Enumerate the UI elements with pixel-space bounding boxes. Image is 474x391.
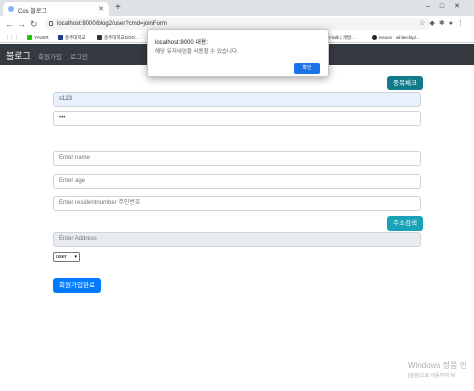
age-input[interactable]: Enter age [53,174,421,189]
username-input[interactable]: s123 [53,92,421,107]
dialog-message: 해당 유저네임을 사용할 수 있습니다. [155,49,239,55]
extension-icons[interactable]: ☆◆✱●⋮ [419,19,468,27]
chevron-down-icon: ▾ [74,254,77,260]
info-icon[interactable] [49,21,53,26]
alert-dialog: localhost:8000 내용: 해당 유저네임을 사용할 수 있습니다. … [147,29,329,77]
password-input[interactable]: ••• [53,111,421,126]
bookmark-item[interactable]: 충주대학교 [58,35,86,41]
bookmark-item[interactable]: 충주대학교DOO... [97,35,139,41]
nav-link-login[interactable]: 로그인 [70,51,88,61]
bookmark-item[interactable]: YAVER [27,35,49,40]
university-icon [97,35,102,40]
nav-link-join[interactable]: 회원가입 [38,51,62,61]
tab-title: Cos 블로그 [18,9,47,15]
activation-watermark: Windows 정품 인 [408,361,467,370]
globe-icon [8,6,14,12]
address-search-button[interactable]: 주소검색 [387,216,423,231]
resident-number-input[interactable]: Enter residentnumber 주민번호 [53,196,421,211]
naver-icon [27,35,32,40]
url-text: localhost:8000/blog2/user?cmd=joinForm [57,21,167,27]
back-icon[interactable]: ← [5,18,14,30]
browser-tab[interactable]: Cos 블로그 ✕ [3,2,109,16]
dialog-title: localhost:8000 내용: [155,40,209,46]
reload-icon[interactable]: ↻ [30,18,38,30]
bookmark-item[interactable]: Issues · whitechip/... [372,35,420,40]
page: Cos 블로그 ✕ + –□✕ ← → ↻ localhost:8000/blo… [0,0,474,391]
role-select[interactable]: user ▾ [53,252,80,262]
duplicate-check-button[interactable]: 중복체크 [387,76,423,90]
dialog-ok-button[interactable]: 확인 [294,63,320,74]
university-icon [58,35,63,40]
browser-tabstrip: Cos 블로그 ✕ + –□✕ [0,0,474,16]
navbar-brand[interactable]: 블로그 [6,49,31,62]
join-submit-button[interactable]: 회원가입완료 [53,278,101,293]
close-icon[interactable]: ✕ [98,5,104,13]
name-input[interactable]: Enter name [53,151,421,166]
activation-watermark-sub: [설정]으로 이동하여 W [408,373,456,379]
address-input[interactable]: Enter Address [53,232,421,247]
github-icon [372,35,377,40]
new-tab-icon[interactable]: + [115,2,121,13]
apps-icon[interactable]: ⋮⋮⋮ [5,35,19,41]
role-select-value: user [56,254,67,260]
forward-icon[interactable]: → [17,18,26,30]
window-controls[interactable]: –□✕ [426,2,470,10]
